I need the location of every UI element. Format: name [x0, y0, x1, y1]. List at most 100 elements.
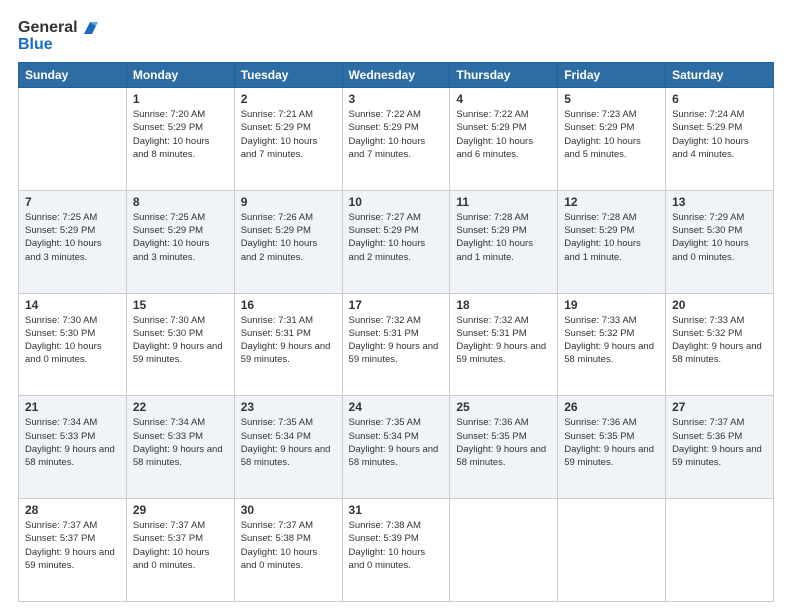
logo: General Blue: [18, 18, 100, 54]
day-info: Sunrise: 7:37 AM Sunset: 5:37 PM Dayligh…: [25, 519, 120, 572]
day-number: 13: [672, 195, 767, 209]
calendar-cell: 15 Sunrise: 7:30 AM Sunset: 5:30 PM Dayli…: [126, 293, 234, 396]
calendar-cell: 6 Sunrise: 7:24 AM Sunset: 5:29 PM Daylig…: [666, 88, 774, 191]
day-number: 31: [349, 503, 444, 517]
day-number: 11: [456, 195, 551, 209]
day-number: 4: [456, 92, 551, 106]
calendar-cell: 25Sunrise: 7:36 AM Sunset: 5:35 PM Dayli…: [450, 396, 558, 499]
day-number: 17: [349, 298, 444, 312]
calendar-cell: 24 Sunrise: 7:35 AM Sunset: 5:34 PM Dayli…: [342, 396, 450, 499]
day-number: 19: [564, 298, 659, 312]
day-info: Sunrise: 7:22 AM Sunset: 5:29 PM Dayligh…: [349, 108, 444, 161]
day-number: 18: [456, 298, 551, 312]
day-number: 21: [25, 400, 120, 414]
calendar-cell: 7 Sunrise: 7:25 AM Sunset: 5:29 PM Daylig…: [19, 190, 127, 293]
day-info: Sunrise: 7:30 AM Sunset: 5:30 PM Dayligh…: [133, 314, 228, 367]
day-number: 10: [349, 195, 444, 209]
calendar-cell: 17 Sunrise: 7:32 AM Sunset: 5:31 PM Dayli…: [342, 293, 450, 396]
day-info: Sunrise: 7:36 AM Sunset: 5:35 PM Dayligh…: [564, 416, 659, 469]
day-info: Sunrise: 7:34 AM Sunset: 5:33 PM Dayligh…: [133, 416, 228, 469]
day-info: Sunrise: 7:37 AM Sunset: 5:36 PM Dayligh…: [672, 416, 767, 469]
day-info: Sunrise: 7:28 AM Sunset: 5:29 PM Dayligh…: [564, 211, 659, 264]
day-number: 20: [672, 298, 767, 312]
calendar-week-5: 28 Sunrise: 7:37 AM Sunset: 5:37 PM Dayli…: [19, 499, 774, 602]
day-info: Sunrise: 7:31 AM Sunset: 5:31 PM Dayligh…: [241, 314, 336, 367]
day-number: 29: [133, 503, 228, 517]
calendar-cell: 26 Sunrise: 7:36 AM Sunset: 5:35 PM Dayli…: [558, 396, 666, 499]
calendar-cell: 31Sunrise: 7:38 AM Sunset: 5:39 PM Dayli…: [342, 499, 450, 602]
day-info: Sunrise: 7:37 AM Sunset: 5:37 PM Dayligh…: [133, 519, 228, 572]
day-info: Sunrise: 7:37 AM Sunset: 5:38 PM Dayligh…: [241, 519, 336, 572]
calendar-cell: 18 Sunrise: 7:32 AM Sunset: 5:31 PM Dayli…: [450, 293, 558, 396]
calendar-table: SundayMondayTuesdayWednesdayThursdayFrid…: [18, 62, 774, 602]
day-number: 5: [564, 92, 659, 106]
day-info: Sunrise: 7:21 AM Sunset: 5:29 PM Dayligh…: [241, 108, 336, 161]
day-number: 24: [349, 400, 444, 414]
calendar-cell: 16Sunrise: 7:31 AM Sunset: 5:31 PM Dayli…: [234, 293, 342, 396]
calendar-cell: 28 Sunrise: 7:37 AM Sunset: 5:37 PM Dayli…: [19, 499, 127, 602]
day-number: 23: [241, 400, 336, 414]
day-number: 12: [564, 195, 659, 209]
calendar-cell: 21 Sunrise: 7:34 AM Sunset: 5:33 PM Dayli…: [19, 396, 127, 499]
day-info: Sunrise: 7:25 AM Sunset: 5:29 PM Dayligh…: [25, 211, 120, 264]
day-number: 22: [133, 400, 228, 414]
weekday-thursday: Thursday: [450, 63, 558, 88]
calendar-cell: 10 Sunrise: 7:27 AM Sunset: 5:29 PM Dayli…: [342, 190, 450, 293]
header: General Blue: [18, 18, 774, 54]
day-number: 15: [133, 298, 228, 312]
day-number: 8: [133, 195, 228, 209]
calendar-cell: 30 Sunrise: 7:37 AM Sunset: 5:38 PM Dayli…: [234, 499, 342, 602]
calendar-cell: 13 Sunrise: 7:29 AM Sunset: 5:30 PM Dayli…: [666, 190, 774, 293]
day-info: Sunrise: 7:26 AM Sunset: 5:29 PM Dayligh…: [241, 211, 336, 264]
day-info: Sunrise: 7:34 AM Sunset: 5:33 PM Dayligh…: [25, 416, 120, 469]
day-number: 7: [25, 195, 120, 209]
day-number: 9: [241, 195, 336, 209]
logo-icon: [80, 18, 100, 38]
calendar-cell: 19 Sunrise: 7:33 AM Sunset: 5:32 PM Dayli…: [558, 293, 666, 396]
calendar-cell: 12 Sunrise: 7:28 AM Sunset: 5:29 PM Dayli…: [558, 190, 666, 293]
calendar-cell: 22 Sunrise: 7:34 AM Sunset: 5:33 PM Dayli…: [126, 396, 234, 499]
day-info: Sunrise: 7:30 AM Sunset: 5:30 PM Dayligh…: [25, 314, 120, 367]
calendar-cell: 20 Sunrise: 7:33 AM Sunset: 5:32 PM Dayli…: [666, 293, 774, 396]
weekday-header-row: SundayMondayTuesdayWednesdayThursdayFrid…: [19, 63, 774, 88]
calendar-cell: 5 Sunrise: 7:23 AM Sunset: 5:29 PM Daylig…: [558, 88, 666, 191]
calendar-week-3: 14Sunrise: 7:30 AM Sunset: 5:30 PM Dayli…: [19, 293, 774, 396]
day-number: 30: [241, 503, 336, 517]
calendar-cell: 9 Sunrise: 7:26 AM Sunset: 5:29 PM Daylig…: [234, 190, 342, 293]
calendar-cell: [450, 499, 558, 602]
calendar-cell: 2 Sunrise: 7:21 AM Sunset: 5:29 PM Daylig…: [234, 88, 342, 191]
logo-blue: Blue: [18, 36, 53, 54]
day-info: Sunrise: 7:33 AM Sunset: 5:32 PM Dayligh…: [672, 314, 767, 367]
weekday-saturday: Saturday: [666, 63, 774, 88]
day-info: Sunrise: 7:23 AM Sunset: 5:29 PM Dayligh…: [564, 108, 659, 161]
day-number: 25: [456, 400, 551, 414]
day-number: 6: [672, 92, 767, 106]
day-info: Sunrise: 7:28 AM Sunset: 5:29 PM Dayligh…: [456, 211, 551, 264]
day-info: Sunrise: 7:25 AM Sunset: 5:29 PM Dayligh…: [133, 211, 228, 264]
day-info: Sunrise: 7:33 AM Sunset: 5:32 PM Dayligh…: [564, 314, 659, 367]
calendar-cell: 29 Sunrise: 7:37 AM Sunset: 5:37 PM Dayli…: [126, 499, 234, 602]
day-info: Sunrise: 7:32 AM Sunset: 5:31 PM Dayligh…: [349, 314, 444, 367]
day-number: 2: [241, 92, 336, 106]
day-number: 26: [564, 400, 659, 414]
day-info: Sunrise: 7:22 AM Sunset: 5:29 PM Dayligh…: [456, 108, 551, 161]
day-number: 27: [672, 400, 767, 414]
day-info: Sunrise: 7:35 AM Sunset: 5:34 PM Dayligh…: [241, 416, 336, 469]
calendar-week-1: 1Sunrise: 7:20 AM Sunset: 5:29 PM Daylig…: [19, 88, 774, 191]
day-number: 28: [25, 503, 120, 517]
day-info: Sunrise: 7:24 AM Sunset: 5:29 PM Dayligh…: [672, 108, 767, 161]
weekday-tuesday: Tuesday: [234, 63, 342, 88]
calendar-cell: 1Sunrise: 7:20 AM Sunset: 5:29 PM Daylig…: [126, 88, 234, 191]
day-info: Sunrise: 7:35 AM Sunset: 5:34 PM Dayligh…: [349, 416, 444, 469]
calendar-cell: 11 Sunrise: 7:28 AM Sunset: 5:29 PM Dayli…: [450, 190, 558, 293]
day-info: Sunrise: 7:29 AM Sunset: 5:30 PM Dayligh…: [672, 211, 767, 264]
calendar-cell: [19, 88, 127, 191]
calendar-cell: [666, 499, 774, 602]
day-info: Sunrise: 7:32 AM Sunset: 5:31 PM Dayligh…: [456, 314, 551, 367]
day-info: Sunrise: 7:20 AM Sunset: 5:29 PM Dayligh…: [133, 108, 228, 161]
day-info: Sunrise: 7:27 AM Sunset: 5:29 PM Dayligh…: [349, 211, 444, 264]
calendar-cell: 27 Sunrise: 7:37 AM Sunset: 5:36 PM Dayli…: [666, 396, 774, 499]
weekday-wednesday: Wednesday: [342, 63, 450, 88]
day-number: 3: [349, 92, 444, 106]
calendar-week-2: 7 Sunrise: 7:25 AM Sunset: 5:29 PM Daylig…: [19, 190, 774, 293]
